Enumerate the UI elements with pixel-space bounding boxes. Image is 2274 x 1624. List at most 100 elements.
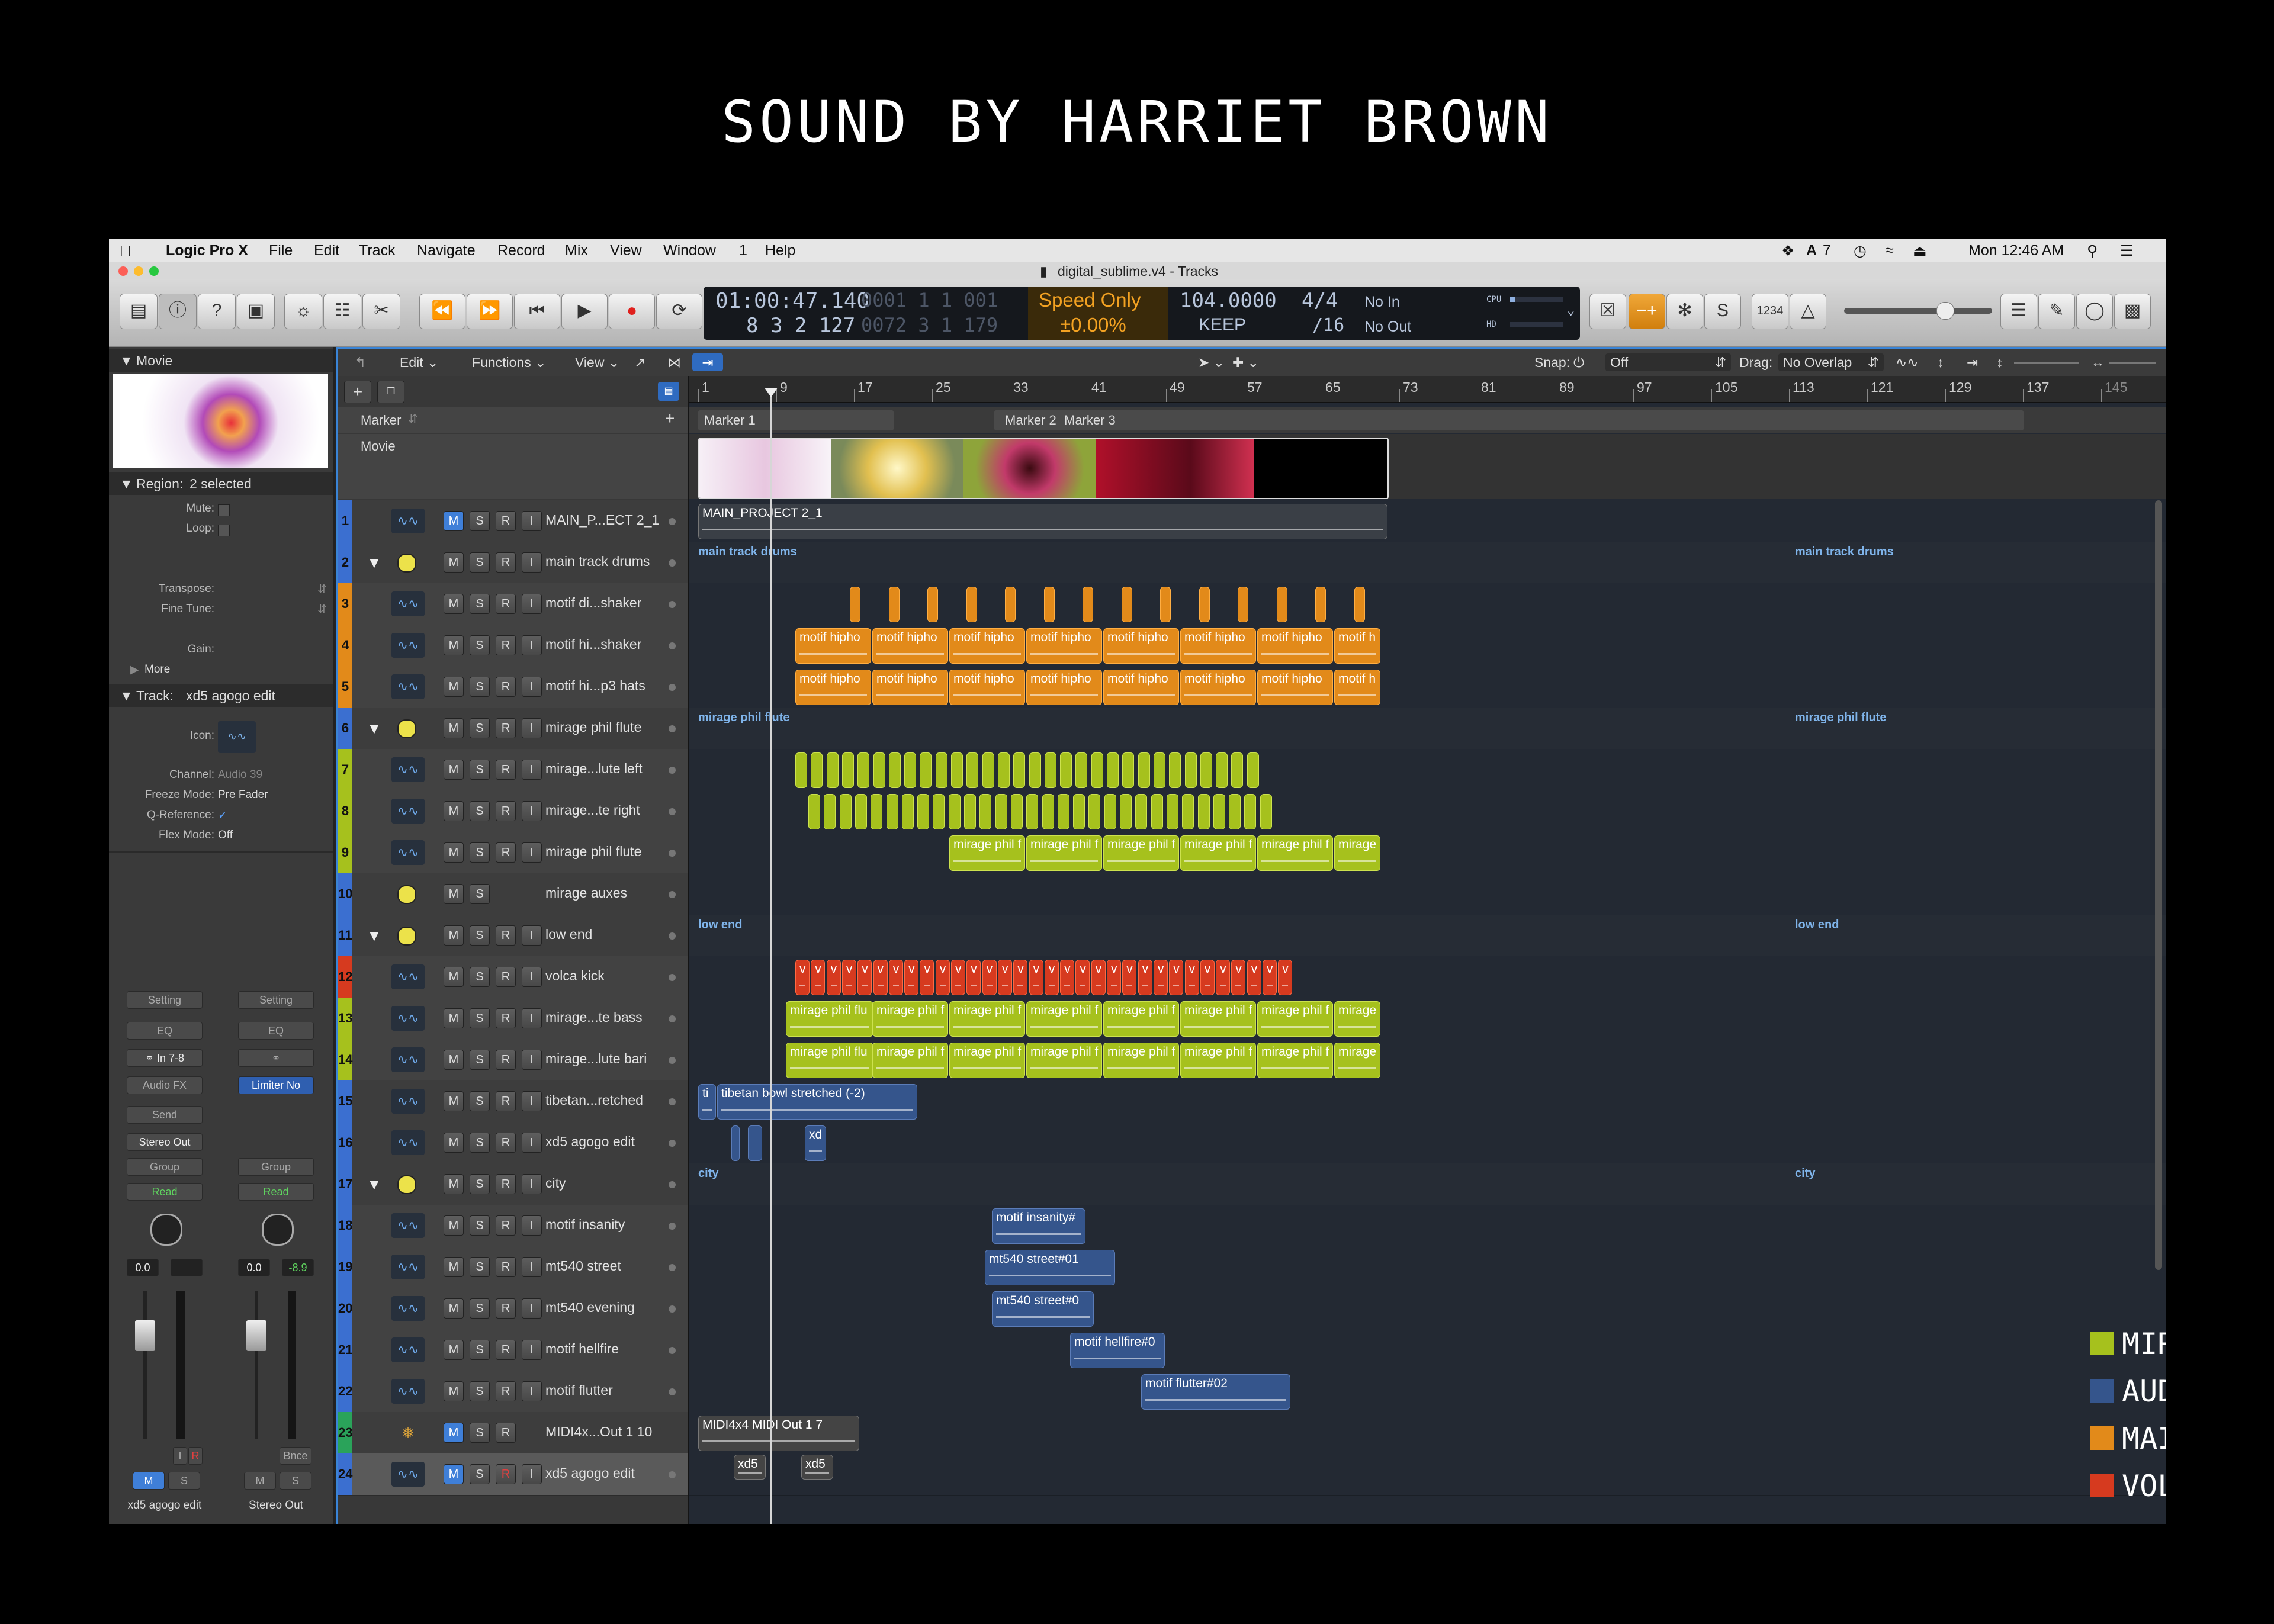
flute-left-hit-region[interactable] bbox=[1169, 752, 1181, 788]
dropbox-icon[interactable]: ❖ bbox=[1781, 242, 1794, 260]
strip-solo-button[interactable]: S bbox=[280, 1472, 311, 1490]
menu-clock[interactable]: Mon 12:46 AM bbox=[1968, 242, 2064, 259]
agogo-xd-region[interactable]: xd bbox=[805, 1125, 826, 1161]
tibetan-short-region[interactable]: ti bbox=[698, 1084, 716, 1120]
flute-right-hit-region[interactable] bbox=[1057, 794, 1069, 829]
inspector-button[interactable]: ⓘ bbox=[159, 294, 197, 329]
mirage-bass-region[interactable]: mirage phil f bbox=[1026, 1043, 1102, 1078]
flute-right-hit-region[interactable] bbox=[901, 794, 914, 829]
shaker-hit-region[interactable] bbox=[888, 587, 900, 622]
flute-right-hit-region[interactable] bbox=[1151, 794, 1163, 829]
menu-view[interactable]: View bbox=[610, 242, 642, 259]
track-solo-button[interactable]: S bbox=[470, 760, 490, 780]
flute-left-hit-region[interactable] bbox=[1153, 752, 1165, 788]
track-record-button[interactable]: R bbox=[496, 1381, 516, 1401]
track-mute-button[interactable]: M bbox=[444, 1215, 464, 1236]
lcd-signature[interactable]: 4/4 bbox=[1302, 289, 1338, 313]
track-solo-button[interactable]: S bbox=[470, 1257, 490, 1277]
track-header-13[interactable]: 13 ∿∿ M S R Imirage...te bass bbox=[338, 998, 688, 1040]
volca-kick-region[interactable]: v bbox=[1247, 960, 1261, 995]
time-machine-icon[interactable]: ◷ bbox=[1854, 242, 1867, 260]
flute-left-hit-region[interactable] bbox=[1029, 752, 1041, 788]
flute-left-hit-region[interactable] bbox=[1122, 752, 1135, 788]
vertical-scrollbar[interactable] bbox=[2155, 500, 2162, 1270]
menu-help[interactable]: Help bbox=[765, 242, 795, 259]
track-record-button[interactable]: R bbox=[496, 1215, 516, 1236]
track-record-button[interactable]: R bbox=[496, 1091, 516, 1111]
automation-mode[interactable]: Read bbox=[238, 1183, 314, 1201]
waveform-zoom-icon[interactable]: ∿∿ bbox=[1896, 353, 1919, 371]
volca-kick-region[interactable]: v bbox=[1169, 960, 1184, 995]
flute-right-hit-region[interactable] bbox=[979, 794, 992, 829]
eq-button[interactable]: EQ bbox=[127, 1022, 203, 1040]
mirage-bass-region[interactable]: mirage phil f bbox=[1103, 1001, 1179, 1037]
shaker-hit-region[interactable] bbox=[1276, 587, 1287, 622]
flute-left-hit-region[interactable] bbox=[1231, 752, 1244, 788]
track-name[interactable]: low end bbox=[545, 927, 592, 943]
volca-kick-region[interactable]: v bbox=[841, 960, 856, 995]
flute-left-hit-region[interactable] bbox=[873, 752, 885, 788]
mirage-bass-region[interactable]: mirage phil flu bbox=[786, 1001, 873, 1037]
flute-left-hit-region[interactable] bbox=[1138, 752, 1150, 788]
track-mute-button[interactable]: M bbox=[444, 967, 464, 987]
flute-right-hit-region[interactable] bbox=[1026, 794, 1039, 829]
track-input-button[interactable]: I bbox=[522, 1133, 542, 1153]
replace-button[interactable]: ☒ bbox=[1589, 294, 1626, 329]
flute-right-hit-region[interactable] bbox=[1260, 794, 1272, 829]
movie-header[interactable]: ▼ Movie bbox=[109, 349, 333, 372]
track-input-button[interactable]: I bbox=[522, 677, 542, 697]
flute-right-hit-region[interactable] bbox=[1182, 794, 1194, 829]
track-solo-button[interactable]: S bbox=[470, 1464, 490, 1484]
track-input-button[interactable]: I bbox=[522, 1340, 542, 1360]
volca-kick-region[interactable]: v bbox=[935, 960, 950, 995]
volca-kick-region[interactable]: v bbox=[966, 960, 981, 995]
track-name[interactable]: mt540 street bbox=[545, 1258, 621, 1274]
main-project-region[interactable]: MAIN_PROJECT 2_1 bbox=[698, 504, 1387, 539]
track-name[interactable]: MAIN_P...ECT 2_1 bbox=[545, 512, 659, 528]
mt540-evening-region[interactable]: mt540 street#0 bbox=[992, 1291, 1094, 1327]
link-button[interactable]: ⚭ bbox=[238, 1049, 314, 1067]
track-mute-button[interactable]: M bbox=[444, 884, 464, 904]
track-mute-button[interactable]: M bbox=[444, 635, 464, 655]
mirage-flute-region[interactable]: mirage phil f bbox=[949, 835, 1025, 871]
input-slot[interactable]: ⚭ In 7-8 bbox=[127, 1049, 203, 1067]
track-mute-button[interactable]: M bbox=[444, 842, 464, 863]
flute-left-hit-region[interactable] bbox=[1060, 752, 1072, 788]
track-record-button[interactable]: R bbox=[496, 1174, 516, 1194]
track-input-button[interactable]: I bbox=[522, 760, 542, 780]
duplicate-track-button[interactable]: ❐ bbox=[377, 381, 404, 403]
midi-out-region[interactable]: MIDI4x4 MIDI Out 1 7 bbox=[698, 1416, 859, 1451]
track-header-24[interactable]: 24 ∿∿ M S R Ixd5 agogo edit bbox=[338, 1453, 688, 1496]
track-solo-button[interactable]: S bbox=[470, 1008, 490, 1028]
track-mute-button[interactable]: M bbox=[444, 925, 464, 946]
track-header-8[interactable]: 8 ∿∿ M S R Imirage...te right bbox=[338, 790, 688, 832]
track-header-22[interactable]: 22 ∿∿ M S R Imotif flutter bbox=[338, 1371, 688, 1413]
mute-checkbox[interactable] bbox=[218, 504, 230, 516]
track-input-button[interactable]: I bbox=[522, 1298, 542, 1319]
motif-hiphop-region[interactable]: motif hipho bbox=[949, 670, 1025, 705]
track-solo-button[interactable]: S bbox=[470, 718, 490, 738]
menu-track[interactable]: Track bbox=[359, 242, 396, 259]
track-header-10[interactable]: 10 M Smirage auxes bbox=[338, 873, 688, 915]
flute-right-hit-region[interactable] bbox=[824, 794, 836, 829]
agogo-hit-region[interactable] bbox=[748, 1125, 762, 1161]
track-input-button[interactable]: I bbox=[522, 511, 542, 531]
track-record-button[interactable]: R bbox=[496, 967, 516, 987]
catch-playhead-icon[interactable]: ⇥ bbox=[692, 353, 723, 371]
track-solo-button[interactable]: S bbox=[470, 1298, 490, 1319]
apple-icon[interactable]:  bbox=[120, 242, 131, 261]
track-name[interactable]: mirage auxes bbox=[545, 885, 627, 901]
flute-right-hit-region[interactable] bbox=[1229, 794, 1241, 829]
flute-left-hit-region[interactable] bbox=[857, 752, 870, 788]
list-editors-button[interactable]: ☰ bbox=[2000, 294, 2037, 329]
track-mute-button[interactable]: M bbox=[444, 1050, 464, 1070]
shaker-hit-region[interactable] bbox=[966, 587, 977, 622]
track-record-button[interactable]: R bbox=[496, 1257, 516, 1277]
add-marker-button[interactable]: + bbox=[665, 409, 675, 428]
track-solo-button[interactable]: S bbox=[470, 801, 490, 821]
track-solo-button[interactable]: S bbox=[470, 1423, 490, 1443]
menu-navigate[interactable]: Navigate bbox=[417, 242, 476, 259]
agogo-hit-region[interactable] bbox=[731, 1125, 740, 1161]
track-solo-button[interactable]: S bbox=[470, 967, 490, 987]
arrange-area[interactable]: 1 9 17 25 33 41 49 57 65 73 81 89 97 105 113 121 129 137 1… bbox=[689, 376, 2166, 1524]
